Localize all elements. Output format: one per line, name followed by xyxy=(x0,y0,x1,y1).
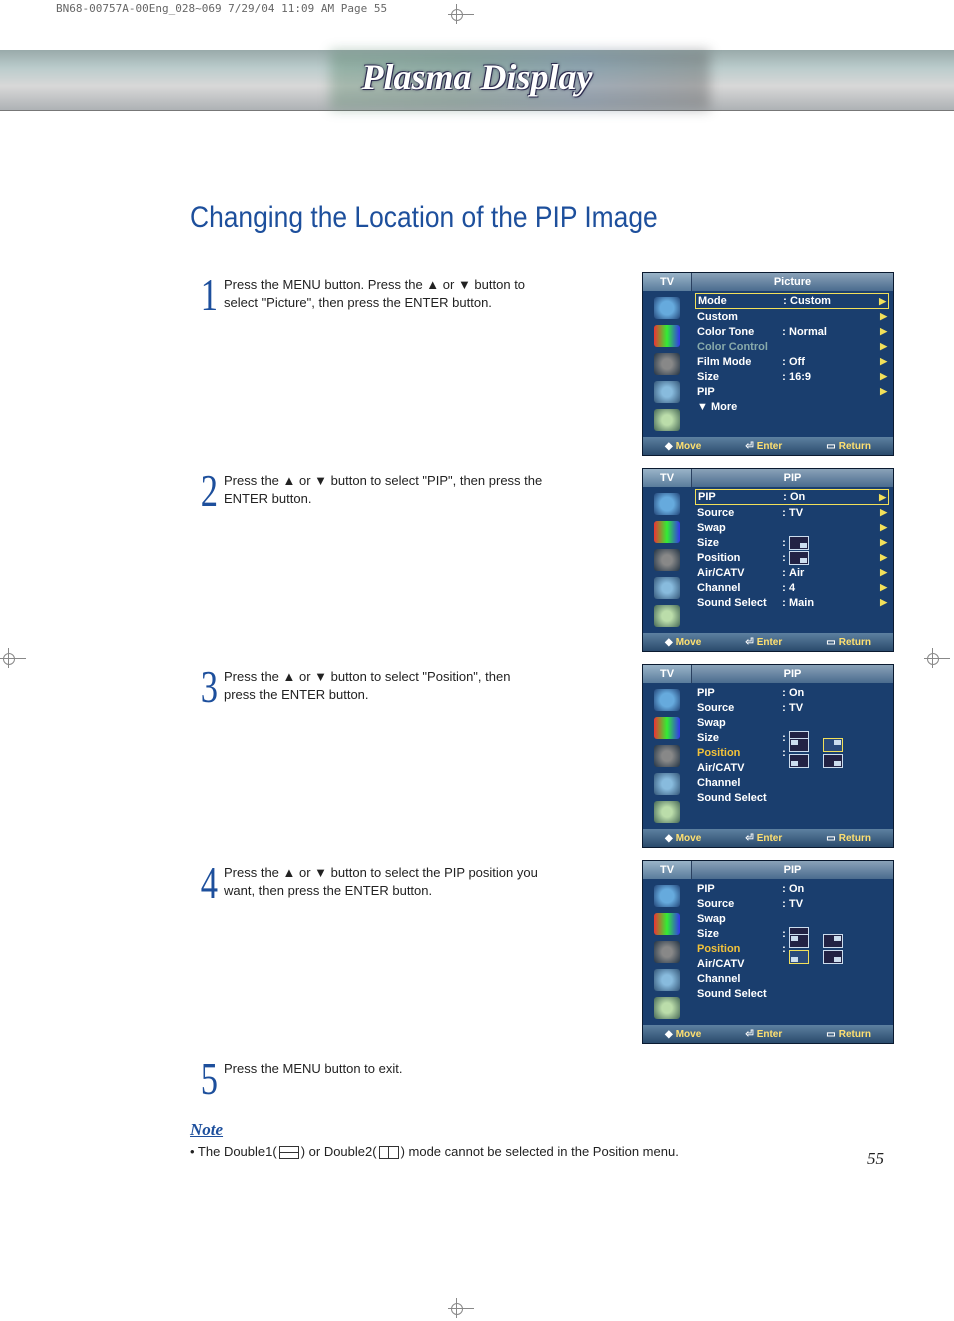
osd-title: Picture xyxy=(692,273,893,291)
double2-icon xyxy=(379,1146,399,1159)
osd-row: Source:TV xyxy=(695,505,889,520)
step-number: 5 xyxy=(197,1056,218,1102)
osd-row: Size:16:9 xyxy=(695,369,889,384)
osd-row: Position: xyxy=(695,941,889,956)
osd-row: PIP:On xyxy=(695,685,889,700)
step-text: Press the MENU button. Press the ▲ or ▼ … xyxy=(224,272,544,318)
page-number: 55 xyxy=(867,1149,884,1169)
osd-row: Color Control xyxy=(695,339,889,354)
osd-footer: ◆Move ⏎Enter ▭Return xyxy=(643,1025,893,1043)
osd-row: Channel:4 xyxy=(695,580,889,595)
osd-icons xyxy=(643,291,691,437)
osd-row: Color Tone:Normal xyxy=(695,324,889,339)
osd-row: Swap xyxy=(695,715,889,730)
step-number: 4 xyxy=(197,860,218,906)
osd-title: PIP xyxy=(692,469,893,487)
osd-row: Size: xyxy=(695,535,889,550)
osd-row: PIP:On xyxy=(695,489,889,505)
registration-mark-top xyxy=(448,4,478,24)
osd-src: TV xyxy=(643,469,692,487)
osd-row: Position: xyxy=(695,745,889,760)
osd-row: Air/CATV:Air xyxy=(695,565,889,580)
osd-row: Film Mode:Off xyxy=(695,354,889,369)
double1-icon xyxy=(279,1146,299,1159)
banner: Plasma Display xyxy=(0,50,954,111)
osd-row: Swap xyxy=(695,520,889,535)
osd-footer: ◆Move ⏎Enter ▭Return xyxy=(643,633,893,651)
note-body: • The Double1() or Double2() mode cannot… xyxy=(190,1144,894,1159)
osd-icons xyxy=(643,487,691,633)
osd-panel: TVPIP PIP:OnSource:TVSwapSize:Position:A… xyxy=(642,860,894,1044)
osd-src: TV xyxy=(643,665,692,683)
osd-row: Sound Select:Main xyxy=(695,595,889,610)
step-number: 2 xyxy=(197,468,218,514)
osd-row: Position: xyxy=(695,550,889,565)
osd-title: PIP xyxy=(692,861,893,879)
osd-icons xyxy=(643,683,691,829)
osd-row: Swap xyxy=(695,911,889,926)
osd-row: Channel xyxy=(695,971,889,986)
osd-row: Source:TV xyxy=(695,896,889,911)
step-number: 1 xyxy=(197,272,218,318)
registration-mark-bottom xyxy=(448,1298,478,1318)
osd-panel: TVPIP PIP:OnSource:TVSwapSize:Position:A… xyxy=(642,468,894,652)
step-text: Press the MENU button to exit. xyxy=(224,1056,544,1102)
osd-row: Channel xyxy=(695,775,889,790)
osd-row: Sound Select xyxy=(695,790,889,805)
osd-row: Sound Select xyxy=(695,986,889,1001)
osd-src: TV xyxy=(643,273,692,291)
osd-panel: TVPicture Mode:CustomCustomColor Tone:No… xyxy=(642,272,894,456)
osd-src: TV xyxy=(643,861,692,879)
registration-mark-left xyxy=(0,648,30,668)
osd-panel: TVPIP PIP:OnSource:TVSwapSize:Position:A… xyxy=(642,664,894,848)
step-text: Press the ▲ or ▼ button to select "PIP",… xyxy=(224,468,544,514)
osd-footer: ◆Move ⏎Enter ▭Return xyxy=(643,437,893,455)
note-heading: Note xyxy=(190,1120,894,1140)
osd-row: PIP xyxy=(695,384,889,399)
step-number: 3 xyxy=(197,664,218,710)
step-text: Press the ▲ or ▼ button to select "Posit… xyxy=(224,664,544,710)
osd-row: ▼ More xyxy=(695,399,889,414)
step-text: Press the ▲ or ▼ button to select the PI… xyxy=(224,860,544,906)
osd-title: PIP xyxy=(692,665,893,683)
osd-icons xyxy=(643,879,691,1025)
osd-row: PIP:On xyxy=(695,881,889,896)
osd-row: Mode:Custom xyxy=(695,293,889,309)
banner-title: Plasma Display xyxy=(0,56,954,98)
osd-footer: ◆Move ⏎Enter ▭Return xyxy=(643,829,893,847)
osd-row: Custom xyxy=(695,309,889,324)
osd-row: Source:TV xyxy=(695,700,889,715)
page-title: Changing the Location of the PIP Image xyxy=(190,201,810,234)
registration-mark-right xyxy=(924,648,954,668)
